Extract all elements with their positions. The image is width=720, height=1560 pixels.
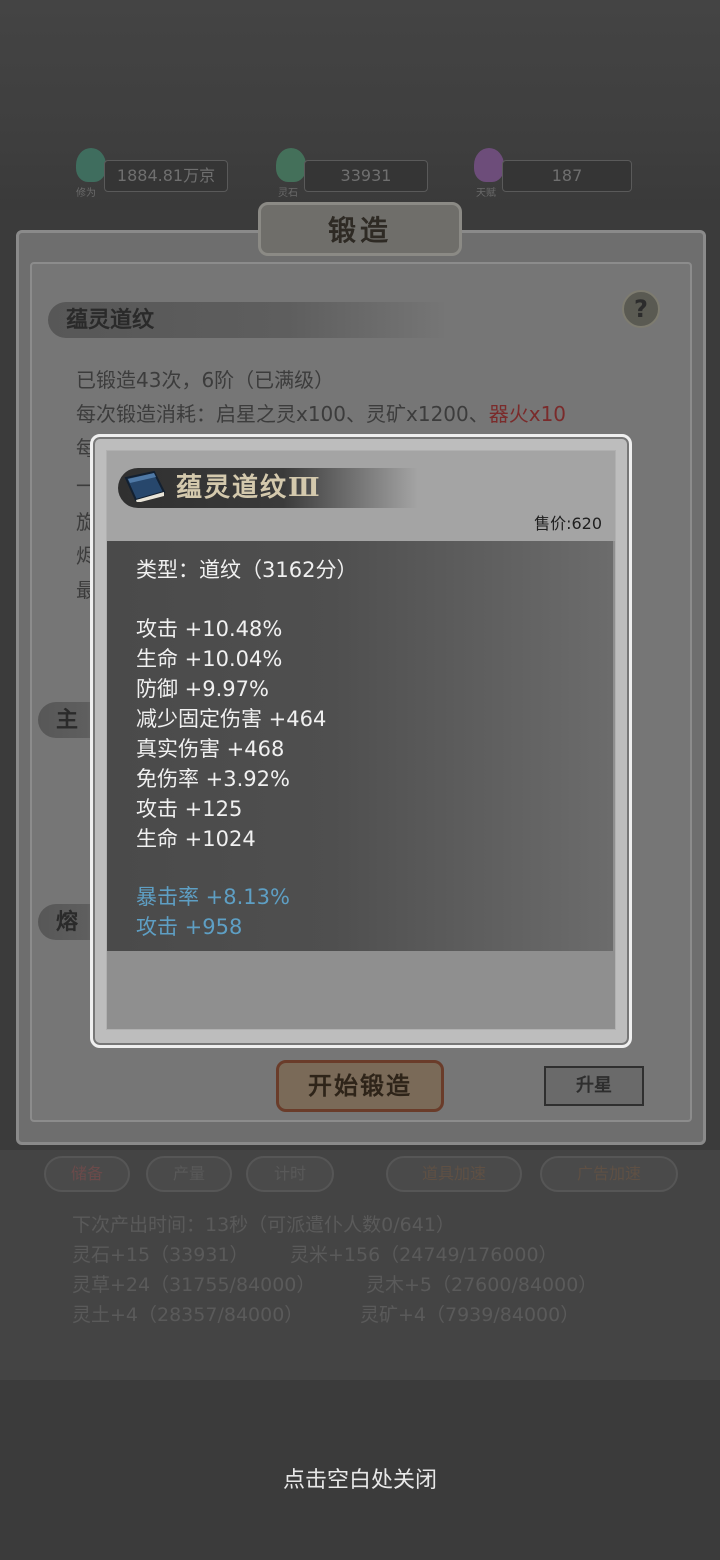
close-hint[interactable]: 点击空白处关闭: [0, 1462, 720, 1494]
stat-line: 生命 +10.04%: [136, 647, 283, 671]
production-row-2-right: 灵木+5（27600/84000）: [366, 1274, 598, 1296]
item-type: 类型：道纹（3162分）: [136, 558, 358, 582]
spirit-stone-icon: [276, 148, 306, 182]
item-speedup-button[interactable]: 道具加速: [386, 1156, 522, 1192]
forge-cost-text: 每次锻造消耗：启星之灵x100、灵矿x1200、器火x10: [76, 398, 566, 427]
next-output-time: 下次产出时间：13秒（可派遣仆人数0/641）: [72, 1214, 455, 1236]
stat-line: 真实伤害 +468: [136, 737, 285, 761]
forge-cost-fire: 器火x10: [488, 402, 567, 426]
resource-talent-label: 天赋: [476, 188, 496, 199]
forge-count-text: 已锻造43次，6阶（已满级）: [76, 368, 335, 392]
stat-line: 攻击 +10.48%: [136, 617, 283, 641]
forge-cost-prefix: 每次锻造消耗：启星之灵x100、灵矿x1200、: [76, 402, 489, 426]
production-row-1-left: 灵石+15（33931）: [72, 1244, 249, 1266]
stat-line: 免伤率 +3.92%: [136, 767, 290, 791]
book-icon: [124, 470, 166, 502]
section-title: 蕴灵道纹: [48, 302, 448, 338]
ad-speedup-button[interactable]: 广告加速: [540, 1156, 678, 1192]
tab-timer[interactable]: 计时: [246, 1156, 334, 1192]
start-forge-button[interactable]: 开始锻造: [276, 1060, 444, 1112]
upgrade-star-button[interactable]: 升星: [544, 1066, 644, 1106]
stat-line: 攻击 +125: [136, 797, 243, 821]
resource-cultivation-label: 修为: [76, 188, 96, 199]
stat-line: 防御 +9.97%: [136, 677, 269, 701]
production-row-3-left: 灵土+4（28357/84000）: [72, 1304, 304, 1326]
stat-line: 生命 +1024: [136, 827, 256, 851]
talent-icon: [474, 148, 504, 182]
cultivation-icon: [76, 148, 106, 182]
tab-output[interactable]: 产量: [146, 1156, 232, 1192]
resource-cultivation: 1884.81万京: [104, 160, 228, 192]
tab-reserve[interactable]: 储备: [44, 1156, 130, 1192]
item-name: 蕴灵道纹Ⅲ: [176, 473, 322, 503]
resource-spirit-stone: 33931: [304, 160, 428, 192]
resource-spirit-stone-label: 灵石: [278, 188, 298, 199]
special-stat-line: 攻击 +958: [136, 915, 243, 939]
production-row-2-left: 灵草+24（31755/84000）: [72, 1274, 316, 1296]
item-price: 售价:620: [534, 514, 602, 533]
resource-talent: 187: [502, 160, 632, 192]
production-row-1-right: 灵米+156（24749/176000）: [290, 1244, 558, 1266]
special-stat-line: 暴击率 +8.13%: [136, 885, 290, 909]
help-button[interactable]: ?: [622, 290, 660, 328]
production-row-3-right: 灵矿+4（7939/84000）: [360, 1304, 580, 1326]
stat-line: 减少固定伤害 +464: [136, 707, 327, 731]
forge-title: 锻造: [258, 202, 462, 256]
